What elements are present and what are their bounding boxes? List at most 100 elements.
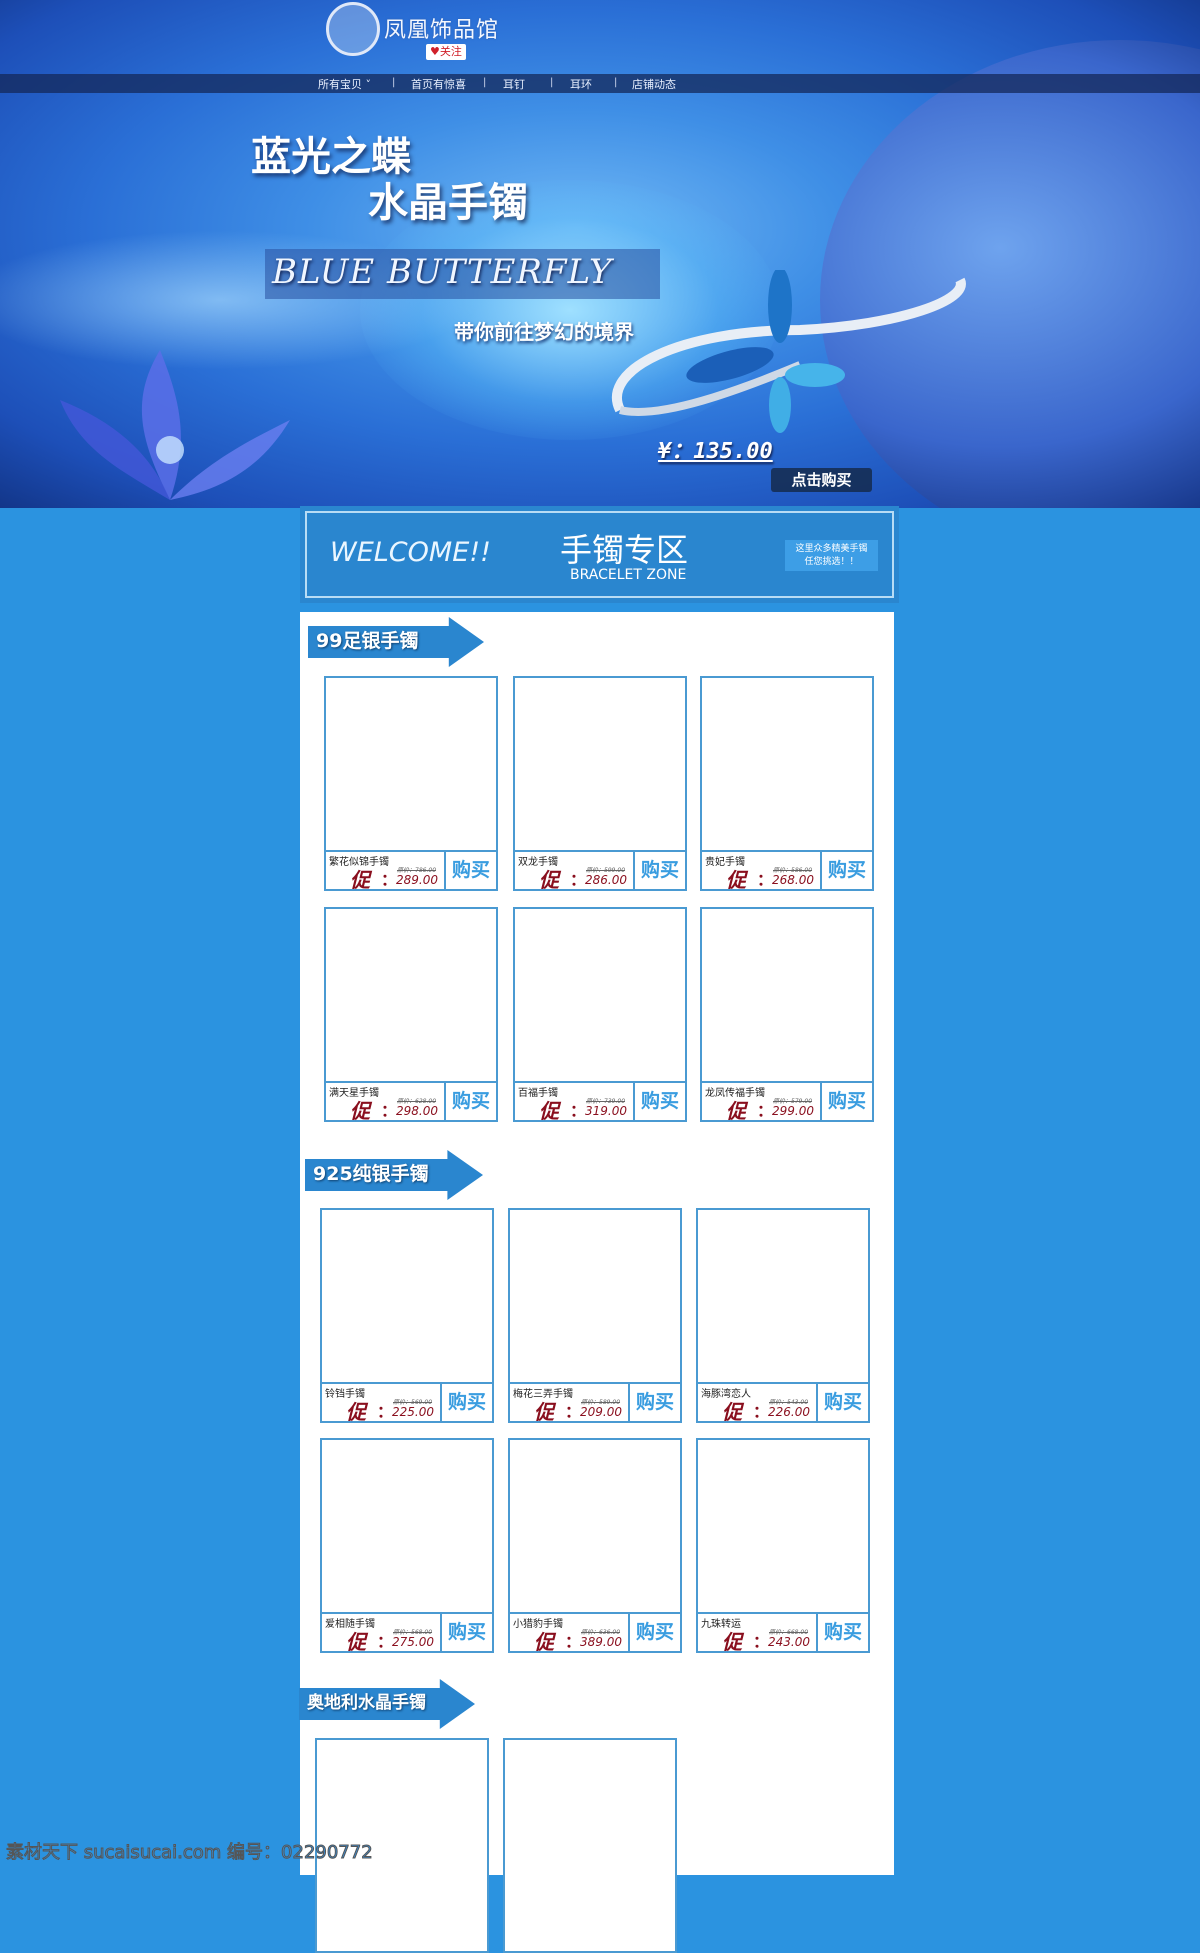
product-info: 龙凤传福手镯 促 ： 原价：579.00 299.00 购买 bbox=[702, 1081, 872, 1123]
product-info: 梅花三弄手镯 促 ： 原价：589.00 209.00 购买 bbox=[510, 1382, 680, 1424]
product-card[interactable]: 小猎豹手镯 促 ： 原价：636.00 389.00 购买 bbox=[508, 1438, 682, 1654]
follow-label: 关注 bbox=[439, 45, 462, 58]
promo-label: 促 bbox=[346, 1630, 366, 1654]
product-card[interactable]: 海豚湾恋人 促 ： 原价：543.00 226.00 购买 bbox=[696, 1208, 870, 1424]
nav-separator: | bbox=[483, 77, 487, 88]
banner-headline-2: 水晶手镯 bbox=[368, 180, 528, 226]
promo-label: 促 bbox=[539, 1099, 559, 1123]
buy-button[interactable]: 购买 bbox=[816, 1384, 868, 1421]
sale-price: 286.00 bbox=[585, 873, 627, 887]
promo-colon: ： bbox=[753, 1632, 770, 1651]
promo-label: 促 bbox=[539, 868, 559, 892]
product-card[interactable]: 满天星手镯 促 ： 原价：628.00 298.00 购买 bbox=[324, 907, 498, 1123]
sale-price: 209.00 bbox=[580, 1405, 622, 1419]
promo-label: 促 bbox=[726, 1099, 746, 1123]
promo-label: 促 bbox=[346, 1400, 366, 1424]
promo-colon: ： bbox=[570, 1101, 587, 1120]
nav-separator: | bbox=[614, 77, 618, 88]
welcome-text: WELCOME!! bbox=[330, 537, 491, 568]
promo-colon: ： bbox=[377, 1402, 394, 1421]
watermark: 素材天下 sucaisucai.com 编号：02290772 bbox=[6, 1842, 374, 1864]
product-card[interactable]: 爱相随手镯 促 ： 原价：568.00 275.00 购买 bbox=[320, 1438, 494, 1654]
shop-nav-bar bbox=[0, 74, 1200, 93]
product-info: 双龙手镯 促 ： 原价：599.00 286.00 购买 bbox=[515, 850, 685, 892]
product-info: 满天星手镯 促 ： 原价：628.00 298.00 购买 bbox=[326, 1081, 496, 1123]
buy-button[interactable]: 购买 bbox=[633, 852, 685, 889]
sale-price: 298.00 bbox=[396, 1104, 438, 1118]
promo-colon: ： bbox=[565, 1402, 582, 1421]
sale-price: 275.00 bbox=[392, 1635, 434, 1649]
zone-note-line-1: 这里众多精美手镯 bbox=[795, 544, 868, 554]
sale-price: 389.00 bbox=[580, 1635, 622, 1649]
english-title: BLUE BUTTERFLY bbox=[272, 252, 613, 292]
flower-illustration bbox=[60, 350, 290, 500]
sale-price: 268.00 bbox=[772, 873, 814, 887]
product-card[interactable]: 梅花三弄手镯 促 ： 原价：589.00 209.00 购买 bbox=[508, 1208, 682, 1424]
buy-button[interactable]: 购买 bbox=[440, 1384, 492, 1421]
buy-button[interactable]: 购买 bbox=[820, 1083, 872, 1120]
promo-label: 促 bbox=[350, 1099, 370, 1123]
buy-button[interactable]: 购买 bbox=[633, 1083, 685, 1120]
product-info: 九珠转运 促 ： 原价：668.00 243.00 购买 bbox=[698, 1612, 868, 1654]
promo-colon: ： bbox=[381, 1101, 398, 1120]
nav-separator: | bbox=[550, 77, 554, 88]
product-card[interactable]: 双龙手镯 促 ： 原价：599.00 286.00 购买 bbox=[513, 676, 687, 892]
promo-colon: ： bbox=[570, 870, 587, 889]
promo-label: 促 bbox=[722, 1630, 742, 1654]
product-info: 铃铛手镯 促 ： 原价：569.00 225.00 购买 bbox=[322, 1382, 492, 1424]
product-card[interactable]: 百福手镯 促 ： 原价：739.00 319.00 购买 bbox=[513, 907, 687, 1123]
sale-price: 226.00 bbox=[768, 1405, 810, 1419]
promo-colon: ： bbox=[381, 870, 398, 889]
buy-now-button[interactable]: 点击购买 bbox=[771, 468, 872, 492]
product-card[interactable]: 繁花似锦手镯 促 ： 原价：786.00 289.00 购买 bbox=[324, 676, 498, 892]
zone-note-line-2: 任您挑选！！ bbox=[804, 557, 859, 567]
zone-note: 这里众多精美手镯 任您挑选！！ bbox=[785, 540, 878, 571]
promo-label: 促 bbox=[534, 1400, 554, 1424]
buy-button[interactable]: 购买 bbox=[440, 1614, 492, 1651]
buy-button[interactable]: 购买 bbox=[816, 1614, 868, 1651]
follow-button[interactable]: ♥关注 bbox=[426, 44, 466, 60]
sale-price: 225.00 bbox=[392, 1405, 434, 1419]
product-card[interactable]: 贵妃手镯 促 ： 原价：586.00 268.00 购买 bbox=[700, 676, 874, 892]
heart-icon: ♥ bbox=[430, 45, 440, 58]
nav-earstuds[interactable]: 耳钉 bbox=[503, 76, 525, 92]
promo-label: 促 bbox=[534, 1630, 554, 1654]
promo-colon: ： bbox=[757, 1101, 774, 1120]
product-info: 爱相随手镯 促 ： 原价：568.00 275.00 购买 bbox=[322, 1612, 492, 1654]
buy-button[interactable]: 购买 bbox=[444, 1083, 496, 1120]
product-info: 繁花似锦手镯 促 ： 原价：786.00 289.00 购买 bbox=[326, 850, 496, 892]
zone-subtitle: BRACELET ZONE bbox=[570, 567, 687, 583]
phoenix-logo-icon bbox=[326, 2, 380, 56]
promo-label: 促 bbox=[350, 868, 370, 892]
buy-button[interactable]: 购买 bbox=[628, 1614, 680, 1651]
product-card[interactable]: 铃铛手镯 促 ： 原价：569.00 225.00 购买 bbox=[320, 1208, 494, 1424]
nav-all-items[interactable]: 所有宝贝 ˅ bbox=[318, 76, 371, 92]
product-info: 海豚湾恋人 促 ： 原价：543.00 226.00 购买 bbox=[698, 1382, 868, 1424]
product-card[interactable]: 九珠转运 促 ： 原价：668.00 243.00 购买 bbox=[696, 1438, 870, 1654]
product-info: 贵妃手镯 促 ： 原价：586.00 268.00 购买 bbox=[702, 850, 872, 892]
nav-shop-news[interactable]: 店铺动态 bbox=[632, 76, 676, 92]
promo-colon: ： bbox=[377, 1632, 394, 1651]
zone-title: 手镯专区 bbox=[560, 531, 689, 569]
sale-price: 243.00 bbox=[768, 1635, 810, 1649]
sale-price: 289.00 bbox=[396, 873, 438, 887]
nav-earrings[interactable]: 耳环 bbox=[570, 76, 592, 92]
buy-button[interactable]: 购买 bbox=[628, 1384, 680, 1421]
buy-button[interactable]: 购买 bbox=[444, 852, 496, 889]
banner-tagline: 带你前往梦幻的境界 bbox=[454, 320, 634, 344]
banner-price: ¥：135.00 bbox=[658, 439, 773, 464]
product-info: 百福手镯 促 ： 原价：739.00 319.00 购买 bbox=[515, 1081, 685, 1123]
product-card[interactable]: 龙凤传福手镯 促 ： 原价：579.00 299.00 购买 bbox=[700, 907, 874, 1123]
buy-button[interactable]: 购买 bbox=[820, 852, 872, 889]
sale-price: 319.00 bbox=[585, 1104, 627, 1118]
nav-home-surprise[interactable]: 首页有惊喜 bbox=[411, 76, 466, 92]
nav-separator: | bbox=[392, 77, 396, 88]
product-card[interactable] bbox=[503, 1738, 677, 1953]
promo-colon: ： bbox=[565, 1632, 582, 1651]
product-info: 小猎豹手镯 促 ： 原价：636.00 389.00 购买 bbox=[510, 1612, 680, 1654]
hero-banner: 凤凰饰品馆 ♥关注 所有宝贝 ˅ | 首页有惊喜 | 耳钉 | 耳环 | 店铺动… bbox=[0, 0, 1200, 508]
sale-price: 299.00 bbox=[772, 1104, 814, 1118]
promo-label: 促 bbox=[726, 868, 746, 892]
promo-colon: ： bbox=[753, 1402, 770, 1421]
shop-name: 凤凰饰品馆 bbox=[384, 18, 500, 43]
